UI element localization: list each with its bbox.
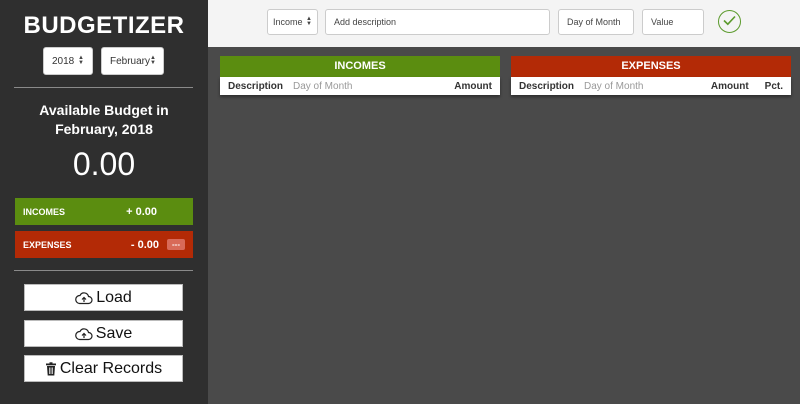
updown-arrows-icon: ▲ ▼ [78, 55, 84, 66]
save-button-label: Save [95, 324, 133, 342]
expenses-percentage-badge: --- [167, 239, 185, 250]
add-entry-button[interactable] [718, 10, 741, 33]
column-percentage: Pct. [764, 80, 783, 92]
expenses-panel: EXPENSES Description Day of Month Amount… [511, 56, 791, 95]
cloud-upload-icon [75, 291, 93, 305]
clear-records-button-label: Clear Records [59, 359, 163, 377]
year-select[interactable]: 2018 ▲ ▼ [43, 47, 93, 75]
column-amount: Amount [710, 80, 749, 92]
year-select-value: 2018 [52, 55, 75, 67]
expenses-summary-label: EXPENSES [23, 239, 72, 250]
expenses-panel-title: EXPENSES [511, 56, 791, 77]
column-description: Description [519, 80, 575, 92]
column-day-of-month: Day of Month [584, 80, 644, 92]
incomes-panel: INCOMES Description Day of Month Amount [220, 56, 500, 95]
load-button[interactable]: Load [24, 284, 183, 311]
clear-records-button[interactable]: Clear Records [24, 355, 183, 382]
budget-label: Available Budget in February, 2018 [0, 101, 208, 139]
expenses-summary: EXPENSES - 0.00 --- [15, 231, 193, 258]
divider [14, 270, 193, 271]
month-select[interactable]: February ▲ ▼ [101, 47, 164, 75]
updown-arrows-icon: ▲ ▼ [150, 55, 156, 66]
value-input[interactable]: Value [642, 9, 704, 35]
available-budget-value: 0.00 [72, 146, 136, 182]
sidebar: BUDGETIZER 2018 ▲ ▼ February ▲ ▼ Available… [0, 0, 208, 404]
incomes-summary: INCOMES + 0.00 [15, 198, 193, 225]
updown-arrows-icon: ▲ ▼ [306, 16, 312, 27]
type-select[interactable]: Income ▲ ▼ [267, 9, 318, 35]
incomes-summary-value: + 0.00 [126, 205, 157, 218]
incomes-column-header: Description Day of Month Amount [220, 77, 500, 95]
app-title: BUDGETIZER [23, 12, 185, 39]
value-input-placeholder: Value [651, 17, 674, 27]
expenses-summary-value: - 0.00 [130, 238, 159, 251]
entry-toolbar: Income ▲ ▼ Add description Day of Month V… [208, 0, 800, 47]
column-description: Description [228, 80, 284, 92]
incomes-summary-label: INCOMES [23, 206, 66, 217]
expenses-column-header: Description Day of Month Amount Pct. [511, 77, 791, 95]
check-icon [723, 13, 736, 31]
trash-icon [45, 361, 57, 376]
description-input-placeholder: Add description [334, 17, 397, 27]
save-button[interactable]: Save [24, 320, 183, 347]
day-of-month-input[interactable]: Day of Month [558, 9, 634, 35]
type-select-value: Income [273, 17, 303, 27]
budget-label-line2: February, 2018 [55, 121, 153, 137]
budget-label-line1: Available Budget in [39, 102, 169, 118]
incomes-panel-title: INCOMES [220, 56, 500, 77]
description-input[interactable]: Add description [325, 9, 550, 35]
column-amount: Amount [454, 80, 492, 92]
cloud-upload-icon [74, 327, 93, 341]
month-select-value: February [110, 55, 151, 67]
column-day-of-month: Day of Month [293, 80, 353, 92]
day-of-month-input-placeholder: Day of Month [567, 17, 621, 27]
divider [14, 87, 193, 88]
load-button-label: Load [96, 288, 132, 306]
